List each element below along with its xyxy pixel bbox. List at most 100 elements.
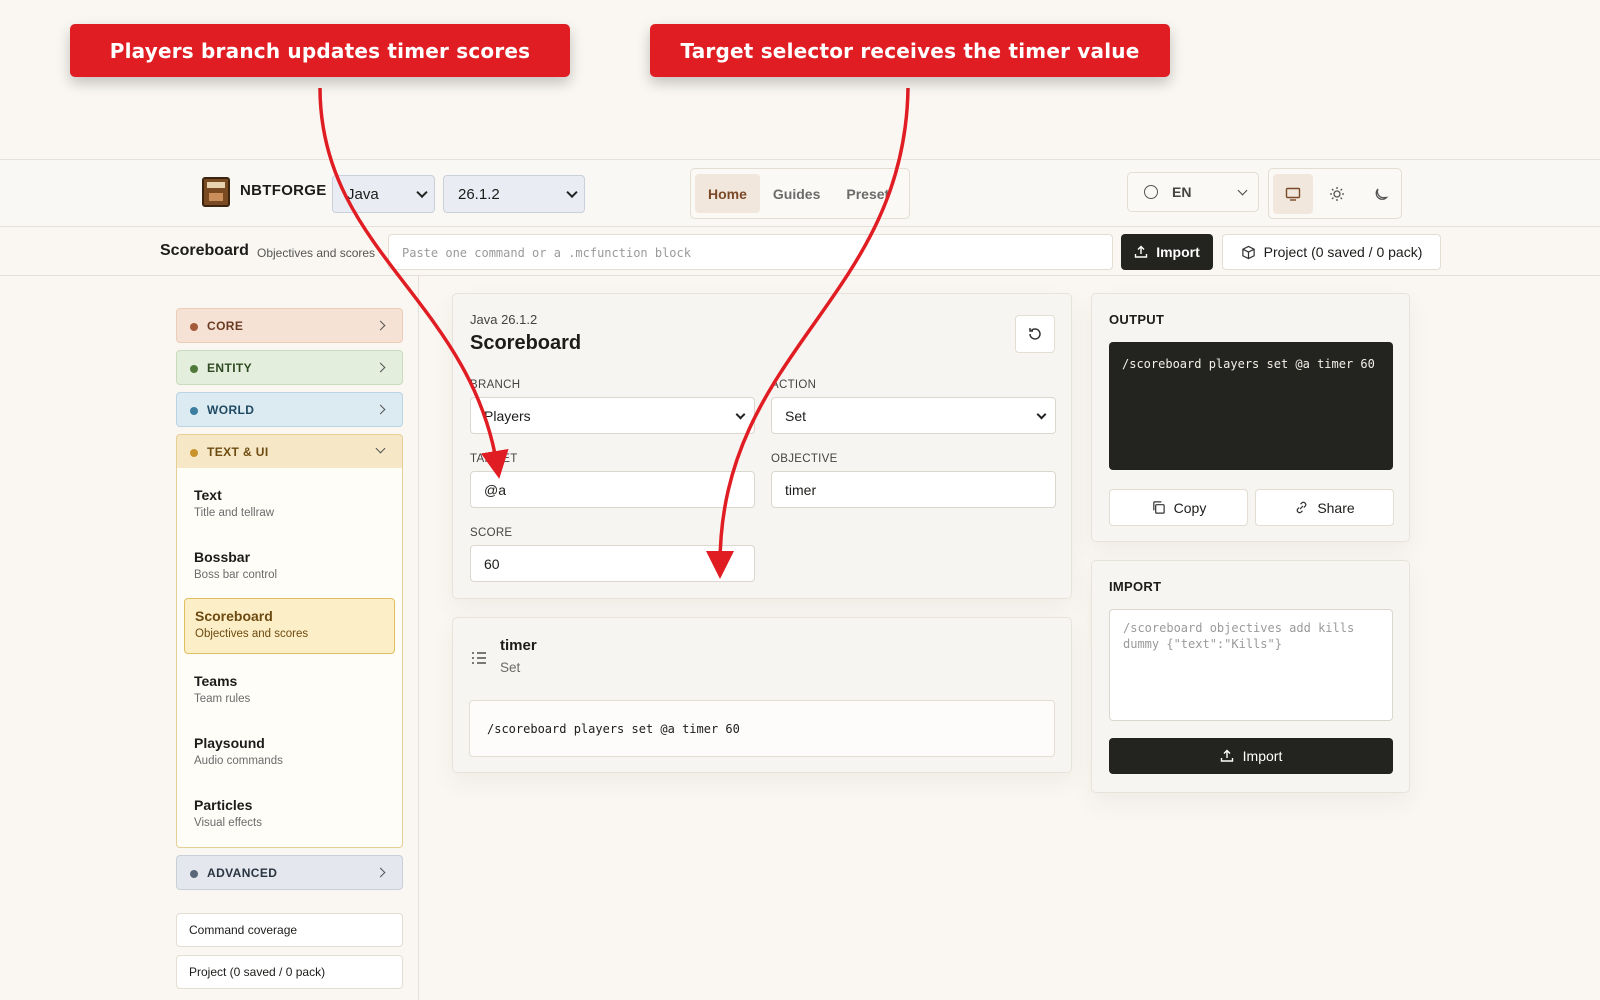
- chevron-right-icon: [375, 404, 386, 415]
- import-card: IMPORT /scoreboard objectives add kills …: [1091, 560, 1410, 793]
- sidebar-item-title: Scoreboard: [195, 608, 273, 624]
- import-textarea[interactable]: /scoreboard objectives add kills dummy {…: [1109, 609, 1393, 721]
- category-dot: [190, 365, 198, 373]
- sidebar-item-desc: Team rules: [194, 693, 251, 705]
- share-button[interactable]: Share: [1255, 489, 1394, 526]
- category-label: ENTITY: [207, 360, 253, 375]
- sidebar-project-link[interactable]: Project (0 saved / 0 pack): [176, 955, 403, 989]
- sidebar-item-desc: Boss bar control: [194, 569, 278, 581]
- import-button-label: Import: [1156, 244, 1200, 260]
- category-core[interactable]: CORE: [176, 308, 403, 343]
- link-icon: [1297, 501, 1307, 514]
- preview-subtitle: Set: [500, 660, 521, 675]
- chevron-down-icon: [1237, 185, 1248, 196]
- chevron-down-icon: [566, 186, 578, 199]
- share-button-label: Share: [1317, 499, 1355, 516]
- text-ui-submenu: Text Title and tellraw Bossbar Boss bar …: [176, 468, 403, 848]
- annotation-callout-players-branch: Players branch updates timer scores: [70, 24, 570, 77]
- project-button-label: Project (0 saved / 0 pack): [1263, 244, 1423, 260]
- objective-label: OBJECTIVE: [771, 453, 838, 465]
- main-nav: Home Guides Preset: [690, 168, 910, 219]
- theme-light-button[interactable]: [1317, 174, 1357, 214]
- nav-tab-guides[interactable]: Guides: [760, 174, 833, 213]
- preview-command: /scoreboard players set @a timer 60: [469, 700, 1055, 757]
- import-submit-button[interactable]: Import: [1109, 738, 1393, 774]
- theme-system-button[interactable]: [1273, 173, 1313, 214]
- language-select[interactable]: EN: [1127, 172, 1259, 212]
- score-input-value: 60: [484, 555, 500, 572]
- sidebar-item-title: Bossbar: [194, 549, 251, 565]
- brand-name[interactable]: NBTFORGE: [240, 182, 327, 199]
- nav-tab-home[interactable]: Home: [695, 174, 760, 213]
- sidebar-item-desc: Objectives and scores: [195, 628, 309, 640]
- sidebar-divider: [418, 276, 419, 1000]
- reset-button[interactable]: [1015, 315, 1055, 353]
- target-input[interactable]: @a: [470, 471, 755, 508]
- command-editor-card: Java 26.1.2 Scoreboard BRANCH Players AC…: [452, 293, 1072, 599]
- chevron-down-icon: [416, 186, 428, 199]
- annotation-callout-target-selector: Target selector receives the timer value: [650, 24, 1170, 77]
- project-button[interactable]: Project (0 saved / 0 pack): [1222, 234, 1441, 270]
- target-input-value: @a: [484, 481, 506, 498]
- command-preview-card: timer Set /scoreboard players set @a tim…: [452, 617, 1072, 773]
- page-title: Scoreboard: [160, 242, 249, 259]
- sidebar-item-teams[interactable]: Teams Team rules: [184, 664, 395, 720]
- action-select-value: Set: [785, 407, 807, 424]
- package-icon: [1241, 245, 1255, 259]
- output-card: OUTPUT /scoreboard players set @a timer …: [1091, 293, 1410, 542]
- import-button[interactable]: Import: [1121, 234, 1213, 270]
- output-command: /scoreboard players set @a timer 60: [1109, 342, 1393, 470]
- sidebar-item-bossbar[interactable]: Bossbar Boss bar control: [184, 540, 395, 596]
- category-entity[interactable]: ENTITY: [176, 350, 403, 385]
- category-advanced[interactable]: ADVANCED: [176, 855, 403, 890]
- command-coverage-link[interactable]: Command coverage: [176, 913, 403, 947]
- sidebar-item-title: Teams: [194, 673, 238, 689]
- command-paste-input[interactable]: Paste one command or a .mcfunction block: [388, 234, 1113, 270]
- objective-input[interactable]: timer: [771, 471, 1056, 508]
- sidebar-item-text[interactable]: Text Title and tellraw: [184, 478, 395, 534]
- action-select[interactable]: Set: [771, 397, 1056, 434]
- category-dot: [190, 323, 198, 331]
- nav-tab-preset[interactable]: Preset: [833, 174, 902, 213]
- sidebar-item-desc: Visual effects: [194, 817, 262, 829]
- category-label: WORLD: [207, 402, 255, 417]
- sidebar-item-particles[interactable]: Particles Visual effects: [184, 788, 395, 844]
- target-label: TARGET: [470, 453, 518, 465]
- chevron-down-icon: [375, 443, 386, 454]
- sidebar-item-desc: Audio commands: [194, 755, 283, 767]
- preview-title: timer: [500, 637, 537, 654]
- monitor-icon: [1285, 187, 1301, 201]
- category-world[interactable]: WORLD: [176, 392, 403, 427]
- sidebar-item-desc: Title and tellraw: [194, 507, 275, 519]
- chevron-right-icon: [375, 362, 386, 373]
- globe-icon: [1144, 185, 1158, 199]
- edition-select[interactable]: Java: [332, 175, 435, 213]
- category-label: ADVANCED: [207, 865, 278, 880]
- sidebar-item-title: Text: [194, 487, 222, 503]
- upload-icon: [1220, 749, 1233, 762]
- version-select-value: 26.1.2: [458, 185, 500, 203]
- import-placeholder-line: dummy {"text":"Kills"}: [1123, 637, 1282, 652]
- language-value: EN: [1172, 184, 1192, 200]
- editor-breadcrumb: Java 26.1.2: [470, 312, 538, 327]
- sidebar-item-title: Playsound: [194, 735, 265, 751]
- category-dot: [190, 449, 198, 457]
- theme-dark-button[interactable]: [1361, 174, 1401, 214]
- edition-select-value: Java: [347, 185, 379, 203]
- category-text-ui[interactable]: TEXT & UI: [176, 434, 403, 469]
- sidebar-item-scoreboard[interactable]: Scoreboard Objectives and scores: [184, 598, 395, 654]
- page-caption: Objectives and scores: [257, 246, 376, 260]
- import-placeholder-line: /scoreboard objectives add kills: [1123, 621, 1355, 635]
- sidebar-item-title: Particles: [194, 797, 253, 813]
- branch-select[interactable]: Players: [470, 397, 755, 434]
- version-select[interactable]: 26.1.2: [443, 175, 585, 213]
- category-label: CORE: [207, 318, 244, 333]
- sidebar-item-playsound[interactable]: Playsound Audio commands: [184, 726, 395, 782]
- sun-icon: [1330, 186, 1344, 201]
- copy-button[interactable]: Copy: [1109, 489, 1248, 526]
- score-label: SCORE: [470, 527, 513, 539]
- action-label: ACTION: [771, 379, 817, 391]
- category-dot: [190, 407, 198, 415]
- score-input[interactable]: 60: [470, 545, 755, 582]
- upload-icon: [1135, 245, 1148, 258]
